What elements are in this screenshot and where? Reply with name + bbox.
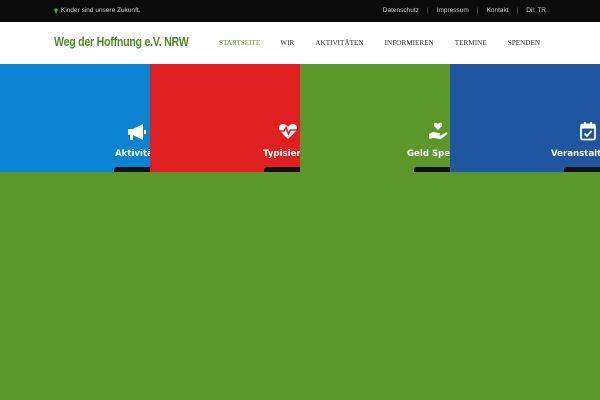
- tagline-text: Kinder sind unsere Zukunft.: [61, 7, 141, 14]
- tile-button[interactable]: [564, 167, 600, 172]
- heartbeat-icon: [278, 123, 298, 139]
- tile-button[interactable]: [264, 167, 300, 172]
- nav-item-startseite[interactable]: STARTSEITE: [219, 39, 260, 47]
- top-links: Datenschutz | Impressum | Kontakt | Dil:…: [383, 7, 546, 14]
- tile-aktivitaeten[interactable]: Aktivitäten: [0, 64, 150, 172]
- tile-label: Aktivitäten: [115, 149, 150, 159]
- site-header: Weg der Hoffnung e.V. NRW STARTSEITE WIR…: [0, 22, 600, 64]
- link-kontakt[interactable]: Kontakt: [487, 7, 509, 14]
- link-impressum[interactable]: Impressum: [437, 7, 469, 14]
- nav-item-spenden[interactable]: SPENDEN: [508, 39, 540, 47]
- nav-item-termine[interactable]: TERMINE: [455, 39, 487, 47]
- tile-label: Typisierung: [263, 149, 300, 159]
- link-datenschutz[interactable]: Datenschutz: [383, 7, 419, 14]
- tile-button[interactable]: [114, 167, 150, 172]
- feature-tiles: Aktivitäten Typisierung Geld Spenden Ver…: [0, 64, 600, 172]
- tile-button[interactable]: [414, 167, 450, 172]
- tile-typisierung[interactable]: Typisierung: [150, 64, 300, 172]
- hand-heart-icon: [429, 122, 448, 139]
- tile-label: Geld Spenden: [407, 149, 450, 159]
- calendar-check-icon: [580, 122, 596, 141]
- link-separator: |: [426, 7, 429, 14]
- top-bar: Kinder sind unsere Zukunft. Datenschutz …: [0, 0, 600, 22]
- nav-item-informieren[interactable]: INFORMIEREN: [385, 39, 434, 47]
- tagline: Kinder sind unsere Zukunft.: [54, 7, 141, 14]
- link-separator: |: [476, 7, 479, 14]
- nav-item-aktivitaeten[interactable]: AKTIVITÄTEN: [315, 39, 363, 47]
- tile-label: Veranstaltungen: [551, 149, 600, 159]
- megaphone-icon: [128, 124, 146, 140]
- tile-geld-spenden[interactable]: Geld Spenden: [300, 64, 450, 172]
- site-logo[interactable]: Weg der Hoffnung e.V. NRW: [54, 35, 189, 49]
- map-pin-icon: [54, 7, 58, 14]
- link-separator: |: [516, 7, 519, 14]
- tile-veranstaltungen[interactable]: Veranstaltungen: [450, 64, 600, 172]
- main-nav: STARTSEITE WIR AKTIVITÄTEN INFORMIEREN T…: [219, 39, 540, 47]
- language-switch[interactable]: Dil: TR: [526, 7, 546, 14]
- nav-item-wir[interactable]: WIR: [280, 39, 294, 47]
